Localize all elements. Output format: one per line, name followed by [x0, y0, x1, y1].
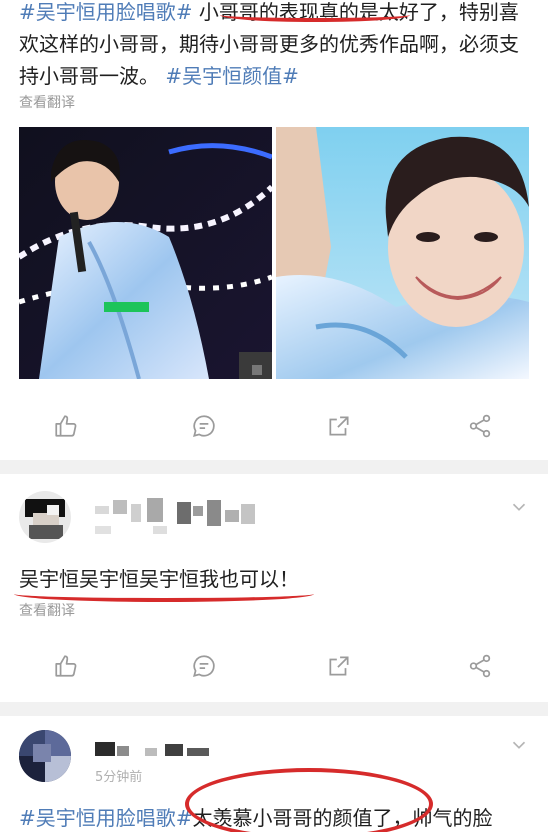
share-button[interactable]: [464, 650, 496, 682]
comment-card: 吴宇恒吴宇恒吴宇恒我也可以！ 查看翻译: [0, 474, 548, 702]
comment-card: 5分钟前 #吴宇恒用脸唱歌#太羡慕小哥哥的颜值了，帅气的脸: [0, 716, 548, 832]
pixelation-mask: [95, 498, 255, 534]
like-button[interactable]: [50, 410, 82, 442]
red-circle-annotation: [185, 768, 433, 832]
post-action-bar: [0, 410, 548, 450]
comment-meta: 5分钟前: [95, 770, 143, 785]
share-icon: [469, 414, 491, 438]
post-image[interactable]: [19, 127, 272, 379]
pixelation-mask: [95, 742, 209, 756]
hashtag-link[interactable]: #吴宇恒用脸唱歌#: [19, 0, 193, 24]
translate-link[interactable]: 查看翻译: [19, 600, 75, 620]
comment-icon: [193, 415, 215, 437]
pixelated-avatar-image: [19, 730, 71, 782]
repost-button[interactable]: [323, 410, 355, 442]
avatar[interactable]: [19, 730, 71, 782]
performer-photo-smile: [276, 127, 529, 379]
username-redacted[interactable]: [95, 496, 265, 536]
red-underline-annotation: [220, 8, 410, 22]
comment-button[interactable]: [188, 650, 220, 682]
section-divider: [0, 702, 548, 716]
like-button[interactable]: [50, 650, 82, 682]
username-redacted[interactable]: [95, 734, 235, 764]
pixelated-avatar-image: [25, 499, 65, 539]
share-icon: [469, 654, 491, 678]
repost-icon: [329, 656, 349, 676]
share-button[interactable]: [464, 410, 496, 442]
chevron-down-icon[interactable]: [508, 496, 530, 518]
hashtag-link[interactable]: #吴宇恒颜值#: [159, 64, 299, 88]
post-image[interactable]: [276, 127, 529, 379]
hashtag-link[interactable]: #吴宇恒用脸唱歌#: [19, 806, 193, 830]
avatar[interactable]: [19, 491, 71, 543]
translate-link[interactable]: 查看翻译: [19, 92, 75, 112]
thumbs-up-icon: [55, 415, 77, 437]
comment-icon: [193, 655, 215, 677]
chevron-down-icon[interactable]: [508, 734, 530, 756]
section-divider: [0, 460, 548, 474]
performer-photo-stage: [19, 127, 272, 379]
repost-icon: [329, 416, 349, 436]
comment-action-bar: [0, 650, 548, 690]
repost-button[interactable]: [323, 650, 355, 682]
comment-button[interactable]: [188, 410, 220, 442]
post-card: #吴宇恒用脸唱歌# 小哥哥的表现真的是太好了，特别喜欢这样的小哥哥，期待小哥哥更…: [0, 0, 548, 460]
thumbs-up-icon: [55, 655, 77, 677]
